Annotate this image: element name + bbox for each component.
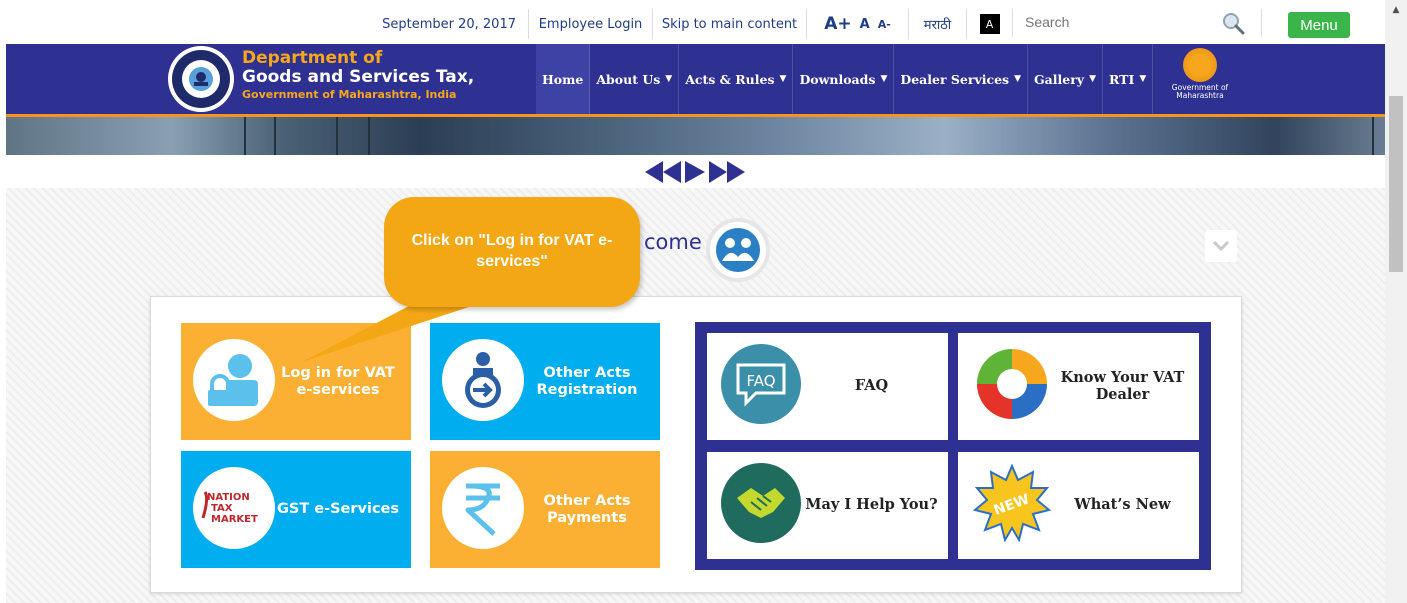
tile-label: GST e-Services: [276, 501, 400, 518]
gst-logo-word: TAX: [211, 503, 233, 514]
nav-label: RTI: [1109, 71, 1135, 87]
contrast-toggle[interactable]: A: [966, 9, 1012, 39]
caret-down-icon: ▼: [880, 74, 888, 84]
page-scrollbar[interactable]: ▲: [1385, 0, 1407, 603]
know-your-vat-dealer-tile[interactable]: Know Your VAT Dealer: [958, 333, 1199, 440]
may-i-help-you-tile[interactable]: May I Help You?: [707, 452, 948, 559]
search-input[interactable]: [1013, 9, 1213, 35]
caret-down-icon: ▼: [779, 74, 787, 84]
tile-label: What’s New: [1074, 496, 1171, 514]
instruction-callout: Click on "Log in for VAT e-services": [384, 197, 640, 307]
font-decrease-button[interactable]: A-: [878, 18, 891, 31]
new-badge-icon: NEW: [972, 463, 1052, 543]
gst-logo-word: MARKET: [211, 514, 258, 525]
scroll-thumb[interactable]: [1389, 96, 1403, 272]
nav-label: Downloads: [799, 71, 876, 87]
rupee-icon: [442, 467, 524, 549]
caret-down-icon: ▼: [1089, 74, 1096, 84]
state-emblem-icon: [1183, 48, 1217, 82]
gov-maharashtra-logo[interactable]: Government of Maharashtra: [1170, 48, 1230, 99]
welcome-people-icon: [706, 218, 770, 282]
font-size-controls: A+ A A-: [806, 9, 908, 39]
font-normal-button[interactable]: A: [860, 17, 870, 32]
caret-down-icon: ▼: [1014, 74, 1021, 84]
nav-downloads[interactable]: Downloads ▼: [793, 44, 895, 114]
help-handshake-icon: [721, 463, 801, 543]
search-icon[interactable]: [1221, 11, 1245, 39]
nav-dealer-services[interactable]: Dealer Services ▼: [894, 44, 1028, 114]
nav-label: Gallery: [1034, 71, 1085, 87]
gov-logo-caption: Government of Maharashtra: [1171, 83, 1229, 100]
other-acts-payments-tile[interactable]: Other Acts Payments: [430, 451, 660, 568]
banner-tower: [1372, 117, 1374, 155]
tile-label: Know Your VAT Dealer: [1060, 368, 1185, 403]
tile-label: FAQ: [854, 377, 889, 395]
caret-down-icon: ▼: [1139, 74, 1147, 84]
gst-eservices-tile[interactable]: NATION TAX MARKET GST e-Services: [181, 451, 411, 568]
nav-label: Dealer Services: [900, 71, 1010, 87]
dealer-hands-icon: [972, 344, 1052, 424]
nav-rti[interactable]: RTI ▼: [1103, 44, 1154, 114]
nav-gallery[interactable]: Gallery ▼: [1028, 44, 1103, 114]
scroll-up-arrow-icon[interactable]: ▲: [1385, 0, 1407, 20]
whats-new-tile[interactable]: NEW What’s New: [958, 452, 1199, 559]
tile-label: May I Help You?: [805, 496, 938, 514]
gst-logo-word: NATION: [207, 492, 250, 503]
search-box: [1012, 9, 1262, 37]
faq-tile[interactable]: FAQ FAQ: [707, 333, 948, 440]
menu-button[interactable]: Menu: [1288, 12, 1350, 38]
svg-text:FAQ: FAQ: [746, 372, 775, 390]
tile-label: Other Acts Payments: [543, 492, 631, 526]
contrast-icon: A: [979, 14, 1000, 34]
chevron-down-icon: [1213, 241, 1229, 251]
language-marathi-link[interactable]: मराठी: [908, 9, 966, 39]
nation-tax-market-icon: NATION TAX MARKET: [193, 467, 275, 549]
font-increase-button[interactable]: A+: [824, 14, 851, 34]
faq-icon: FAQ: [721, 344, 801, 424]
next-slide-icon[interactable]: [709, 161, 745, 183]
collapse-toggle[interactable]: [1205, 230, 1237, 262]
